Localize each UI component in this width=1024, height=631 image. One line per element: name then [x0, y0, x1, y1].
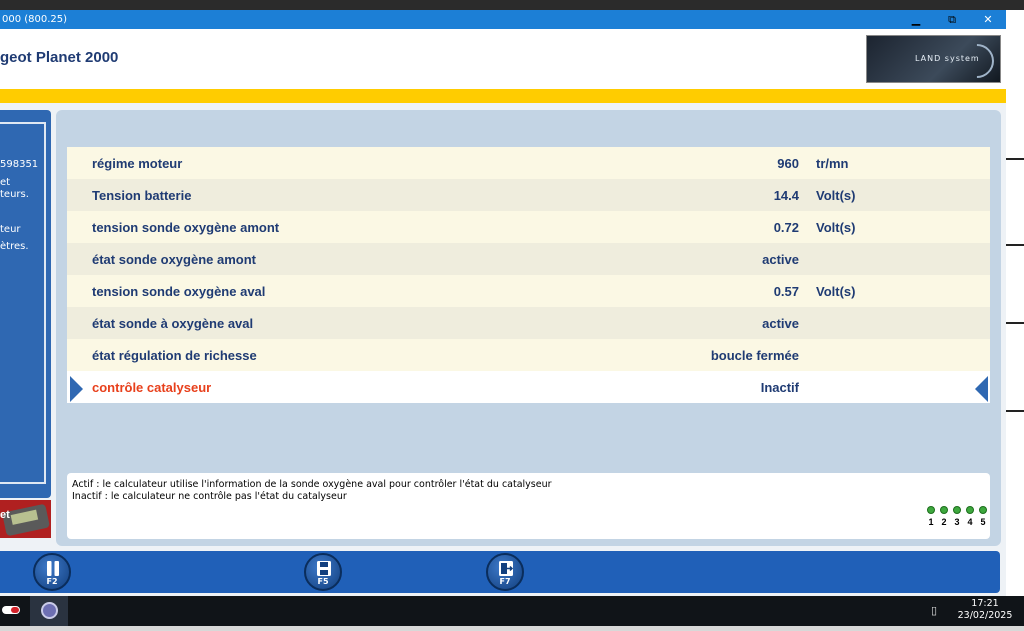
parameter-unit: Volt(s) — [816, 188, 856, 203]
table-row[interactable]: état régulation de richesse boucle fermé… — [67, 339, 990, 371]
parameter-unit: Volt(s) — [816, 220, 856, 235]
function-key-bar: F2 F5 F7 — [0, 548, 1006, 596]
parameter-value: 960 — [777, 156, 799, 171]
step-dot-icon — [966, 506, 974, 514]
parameter-label: contrôle catalyseur — [92, 380, 212, 395]
window-controls: ▁ ⧉ ✕ — [898, 10, 1006, 29]
step-1: 1 — [925, 506, 937, 527]
parameter-label: tension sonde oxygène amont — [92, 220, 280, 235]
brand-logo: LAND system — [866, 35, 1001, 83]
step-5: 5 — [977, 506, 989, 527]
close-button[interactable]: ✕ — [970, 10, 1006, 29]
logo-text: LAND system — [915, 54, 980, 63]
accent-band — [0, 89, 1006, 103]
f2-label: F2 — [46, 577, 58, 586]
table-row[interactable]: tension sonde oxygène aval 0.57 Volt(s) — [67, 275, 990, 307]
window-titlebar[interactable]: 000 (800.25) ▁ ⧉ ✕ — [0, 10, 1006, 29]
diagnostic-device-image[interactable]: et — [0, 500, 51, 538]
app-header: geot Planet 2000 LAND system — [0, 29, 1006, 89]
step-4: 4 — [964, 506, 976, 527]
parameter-value: 14.4 — [773, 188, 799, 203]
function-key-strip: F2 F5 F7 — [0, 551, 1000, 593]
f5-save-button[interactable]: F5 — [304, 553, 342, 591]
help-line-active: Actif : le calculateur utilise l'informa… — [72, 479, 552, 490]
parameter-label: Tension batterie — [92, 188, 192, 203]
f2-pause-button[interactable]: F2 — [33, 553, 71, 591]
save-disk-icon — [317, 561, 331, 576]
parameter-value: Inactif — [760, 380, 799, 395]
previous-arrow-icon[interactable] — [70, 376, 83, 402]
sidebar: 598351 et teurs. teur ètres. et — [0, 108, 53, 548]
window-title: 000 (800.25) — [2, 14, 68, 25]
clock-time: 17:21 — [971, 598, 999, 609]
parameter-label: état sonde oxygène amont — [92, 252, 256, 267]
toggle-switch-icon[interactable] — [2, 606, 20, 614]
help-text-box: Actif : le calculateur utilise l'informa… — [67, 473, 990, 539]
step-number: 1 — [928, 517, 934, 527]
parameter-value: 0.72 — [773, 220, 799, 235]
minimize-button[interactable]: ▁ — [898, 10, 934, 29]
app-title: geot Planet 2000 — [0, 49, 119, 66]
app-globe-icon — [41, 602, 58, 619]
taskbar-app-button[interactable] — [30, 596, 68, 626]
sidebar-line: ètres. — [0, 241, 29, 252]
parameter-label: régime moteur — [92, 156, 183, 171]
parameter-value: boucle fermée — [710, 348, 799, 363]
bottom-strip — [0, 626, 1024, 631]
step-dot-icon — [927, 506, 935, 514]
parameters-table: régime moteur 960 tr/mn Tension batterie… — [67, 147, 990, 403]
background-window-edge — [1006, 10, 1024, 600]
device-label: et — [0, 509, 10, 521]
parameter-label: état régulation de richesse — [92, 348, 257, 363]
parameter-unit: Volt(s) — [816, 284, 856, 299]
step-dot-icon — [979, 506, 987, 514]
parameter-unit: tr/mn — [816, 156, 849, 171]
restore-button[interactable]: ⧉ — [934, 10, 970, 29]
step-2: 2 — [938, 506, 950, 527]
table-row[interactable]: régime moteur 960 tr/mn — [67, 147, 990, 179]
step-number: 2 — [941, 517, 947, 527]
next-arrow-icon[interactable] — [975, 376, 988, 402]
help-line-inactive: Inactif : le calculateur ne contrôle pas… — [72, 491, 347, 502]
f7-label: F7 — [499, 577, 511, 586]
sidebar-line: 598351 — [0, 159, 39, 170]
usb-device-icon[interactable]: ▯ — [931, 604, 937, 617]
os-taskbar: ▯ 17:21 23/02/2025 — [0, 596, 1024, 626]
step-number: 3 — [954, 517, 960, 527]
step-number: 4 — [967, 517, 973, 527]
parameter-value: 0.57 — [773, 284, 799, 299]
parameter-label: tension sonde oxygène aval — [92, 284, 266, 299]
step-number: 5 — [980, 517, 986, 527]
table-row-selected[interactable]: contrôle catalyseur Inactif — [67, 371, 990, 403]
sidebar-line: et — [0, 177, 11, 188]
table-row[interactable]: tension sonde oxygène amont 0.72 Volt(s) — [67, 211, 990, 243]
step-3: 3 — [951, 506, 963, 527]
step-dot-icon — [940, 506, 948, 514]
table-row[interactable]: Tension batterie 14.4 Volt(s) — [67, 179, 990, 211]
parameter-value: active — [762, 316, 799, 331]
taskbar-clock[interactable]: 17:21 23/02/2025 — [950, 598, 1020, 622]
device-screen — [10, 509, 39, 525]
table-row[interactable]: état sonde oxygène amont active — [67, 243, 990, 275]
table-row[interactable]: état sonde à oxygène aval active — [67, 307, 990, 339]
pause-icon — [47, 561, 59, 576]
f5-label: F5 — [317, 577, 329, 586]
step-indicator: 1 2 3 4 5 — [925, 506, 987, 534]
clock-date: 23/02/2025 — [957, 610, 1013, 621]
vehicle-info-frame: 598351 et teurs. teur ètres. — [0, 122, 46, 484]
main-area: régime moteur 960 tr/mn Tension batterie… — [53, 108, 1006, 548]
parameter-label: état sonde à oxygène aval — [92, 316, 254, 331]
exit-door-icon — [499, 561, 514, 576]
top-strip — [0, 0, 1024, 10]
parameters-panel: régime moteur 960 tr/mn Tension batterie… — [56, 110, 1001, 546]
sidebar-line: teurs. — [0, 189, 29, 200]
step-dot-icon — [953, 506, 961, 514]
parameter-value: active — [762, 252, 799, 267]
vehicle-info-panel: 598351 et teurs. teur ètres. — [0, 110, 51, 498]
f7-exit-button[interactable]: F7 — [486, 553, 524, 591]
sidebar-line: teur — [0, 224, 21, 235]
